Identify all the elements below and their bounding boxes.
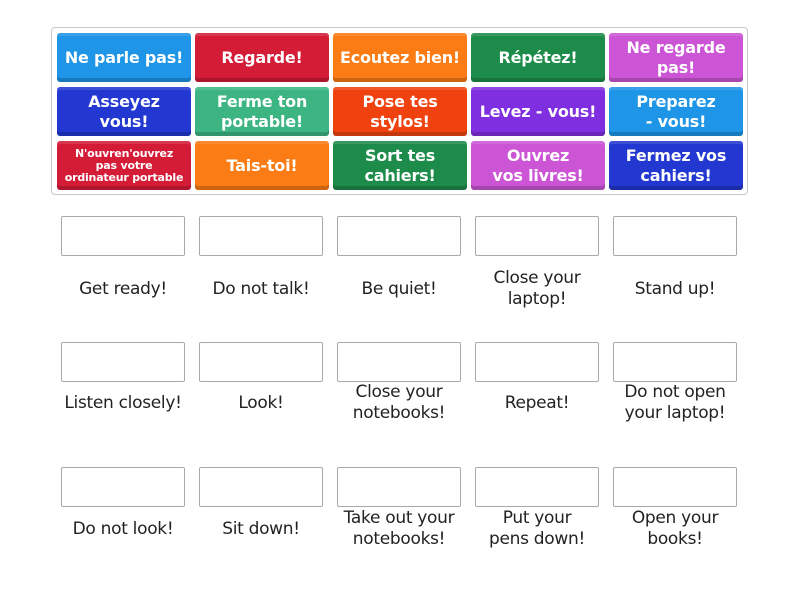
drop-zone[interactable] [61,467,185,507]
target-label: Close your laptop! [493,268,581,309]
target-label: Sit down! [222,519,300,539]
draggable-tile[interactable]: Sort tes cahiers! [333,141,467,190]
draggable-tile[interactable]: Pose tes stylos! [333,87,467,136]
target-label: Do not open your laptop! [624,382,726,423]
target-label: Look! [238,393,284,413]
drop-zone[interactable] [475,467,599,507]
target-label: Do not talk! [212,279,310,299]
target-label: Open your books! [631,508,719,549]
draggable-tile[interactable]: Ne parle pas! [57,33,191,82]
target-label: Get ready! [79,279,167,299]
target-label: Close your notebooks! [352,382,446,423]
target-label: Take out your notebooks! [343,508,455,549]
drop-zone[interactable] [61,216,185,256]
drop-zone[interactable] [337,342,461,382]
draggable-tile[interactable]: Ferme ton portable! [195,87,329,136]
target-label: Stand up! [634,279,716,299]
target-label: Repeat! [504,393,570,413]
drop-zone[interactable] [613,342,737,382]
draggable-tile[interactable]: Tais-toi! [195,141,329,190]
drop-zone[interactable] [199,342,323,382]
draggable-tile[interactable]: N'ouvren'ouvrez pas votre ordinateur por… [57,141,191,190]
drop-zone[interactable] [199,216,323,256]
target-label: Listen closely! [64,393,182,413]
draggable-tile[interactable]: Asseyez vous! [57,87,191,136]
draggable-tile[interactable]: Levez - vous! [471,87,605,136]
drop-zone[interactable] [337,467,461,507]
draggable-tile[interactable]: Fermez vos cahiers! [609,141,743,190]
draggable-tile[interactable]: Preparez - vous! [609,87,743,136]
draggable-tile[interactable]: Ecoutez bien! [333,33,467,82]
drop-zone[interactable] [613,467,737,507]
draggable-tile[interactable]: Ouvrez vos livres! [471,141,605,190]
drop-zone[interactable] [61,342,185,382]
draggable-tile[interactable]: Ne regarde pas! [609,33,743,82]
target-label: Put your pens down! [489,508,585,549]
target-label: Do not look! [72,519,174,539]
draggable-tile[interactable]: Regarde! [195,33,329,82]
drop-zone[interactable] [199,467,323,507]
draggable-tile[interactable]: Répétez! [471,33,605,82]
drop-zone[interactable] [475,216,599,256]
drop-zone[interactable] [475,342,599,382]
drop-zone[interactable] [337,216,461,256]
target-label: Be quiet! [361,279,437,299]
drop-zone[interactable] [613,216,737,256]
